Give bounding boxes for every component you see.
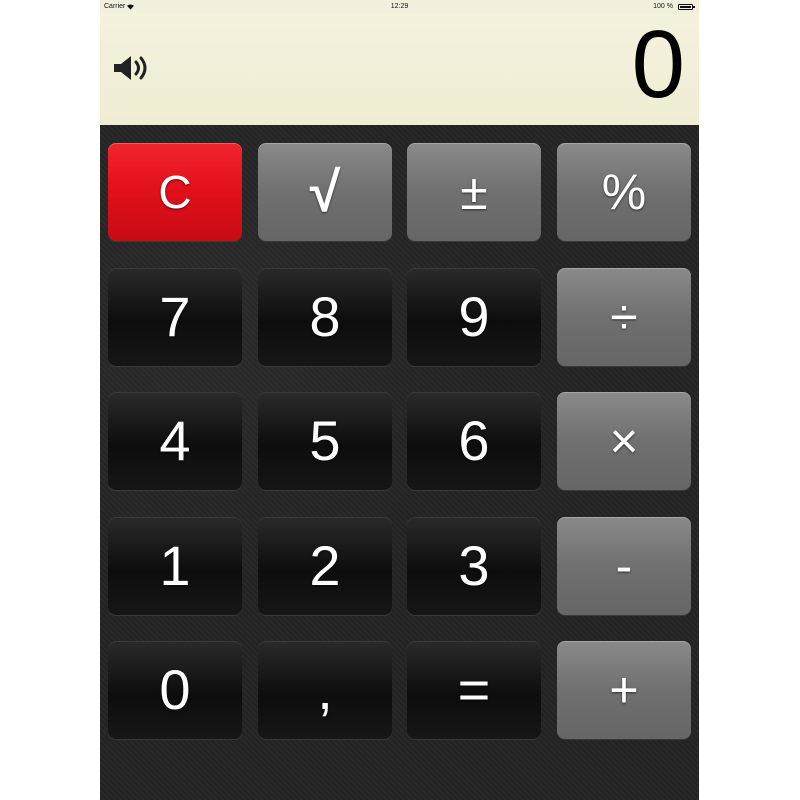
digit-4-label: 4 xyxy=(159,409,191,472)
digit-5-label: 5 xyxy=(309,409,341,472)
digit-9-button[interactable]: 9 xyxy=(407,268,541,366)
digit-5-button[interactable]: 5 xyxy=(258,392,392,490)
digit-7-button[interactable]: 7 xyxy=(108,268,242,366)
status-bar: Carrier 12:29 100 % xyxy=(100,0,699,13)
display-value: 0 xyxy=(631,11,685,118)
status-time: 12:29 xyxy=(390,3,409,10)
digit-0-label: 0 xyxy=(159,658,191,721)
comma-label: , xyxy=(317,658,333,721)
square-root-button[interactable]: √ xyxy=(258,143,392,241)
digit-9-label: 9 xyxy=(458,285,490,348)
clear-button-label: C xyxy=(158,166,192,218)
minus-button[interactable]: - xyxy=(557,517,691,615)
digit-1-button[interactable]: 1 xyxy=(108,517,242,615)
plus-minus-label: ± xyxy=(460,164,488,220)
digit-1-label: 1 xyxy=(159,534,191,597)
digit-8-button[interactable]: 8 xyxy=(258,268,392,366)
digit-6-button[interactable]: 6 xyxy=(407,392,541,490)
digit-2-label: 2 xyxy=(309,534,341,597)
digit-8-label: 8 xyxy=(309,285,341,348)
calculator-screen: Carrier 12:29 100 % 0 C √ ± % 7 8 9 ÷ 4 … xyxy=(100,0,699,800)
speaker-icon[interactable] xyxy=(112,53,152,83)
divide-label: ÷ xyxy=(610,289,638,345)
clear-button[interactable]: C xyxy=(108,143,242,241)
plus-button[interactable]: + xyxy=(557,641,691,739)
plus-label: + xyxy=(609,662,639,718)
minus-label: - xyxy=(615,538,633,594)
keypad: C √ ± % 7 8 9 ÷ 4 5 6 × 1 2 3 - 0 , = + xyxy=(100,125,699,800)
comma-button[interactable]: , xyxy=(258,641,392,739)
equals-button[interactable]: = xyxy=(407,641,541,739)
digit-7-label: 7 xyxy=(159,285,191,348)
digit-3-label: 3 xyxy=(458,534,490,597)
percent-label: % xyxy=(601,164,647,220)
digit-6-label: 6 xyxy=(458,409,490,472)
multiply-button[interactable]: × xyxy=(557,392,691,490)
divide-button[interactable]: ÷ xyxy=(557,268,691,366)
equals-label: = xyxy=(457,658,491,721)
digit-4-button[interactable]: 4 xyxy=(108,392,242,490)
multiply-label: × xyxy=(609,413,639,469)
digit-0-button[interactable]: 0 xyxy=(108,641,242,739)
digit-3-button[interactable]: 3 xyxy=(407,517,541,615)
digit-2-button[interactable]: 2 xyxy=(258,517,392,615)
battery-icon xyxy=(678,4,695,10)
square-root-label: √ xyxy=(309,160,341,223)
plus-minus-button[interactable]: ± xyxy=(407,143,541,241)
calculator-display: 0 xyxy=(100,13,699,125)
percent-button[interactable]: % xyxy=(557,143,691,241)
